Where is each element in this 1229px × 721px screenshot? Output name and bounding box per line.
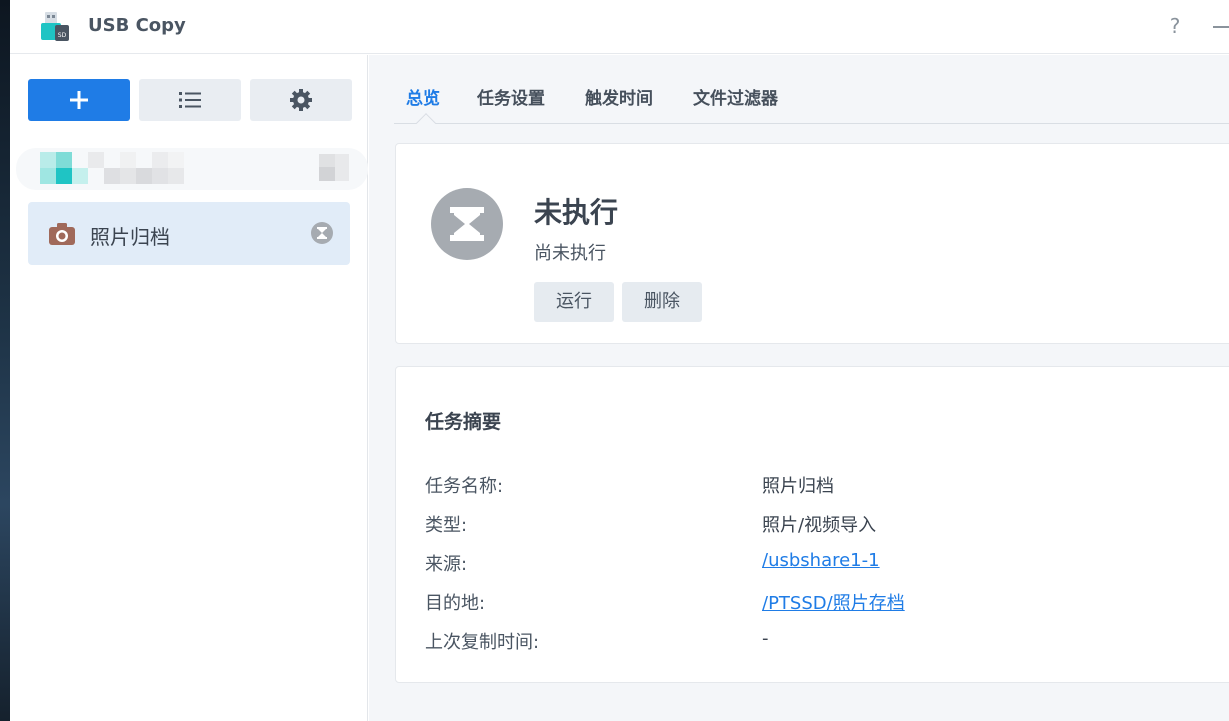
- summary-source-link[interactable]: /usbshare1-1: [762, 550, 880, 571]
- status-icon-circle: [431, 188, 503, 260]
- svg-text:SD: SD: [58, 32, 67, 39]
- tab-bar: 总览 任务设置 触发时间 文件过滤器: [369, 55, 1229, 133]
- gear-icon: [290, 89, 312, 111]
- sidebar-task-photo-archive[interactable]: 照片归档: [28, 202, 350, 265]
- status-card: 未执行 尚未执行 运行 删除: [395, 143, 1229, 344]
- add-task-button[interactable]: [28, 79, 130, 121]
- summary-label-destination: 目的地:: [425, 593, 486, 614]
- tab-overview[interactable]: 总览: [406, 84, 440, 109]
- camera-icon: [49, 223, 75, 245]
- settings-button[interactable]: [250, 79, 352, 121]
- summary-label-last-copy-time: 上次复制时间:: [425, 632, 540, 653]
- delete-button[interactable]: 删除: [622, 282, 702, 322]
- summary-card: 任务摘要 任务名称: 照片归档 类型: 照片/视频导入 来源: /usbshar…: [395, 366, 1229, 683]
- list-icon: [179, 92, 201, 108]
- minimize-button[interactable]: [1213, 26, 1229, 28]
- main-content: 总览 任务设置 触发时间 文件过滤器 未执行 尚未执行 运行 删除 任务摘要 任…: [369, 55, 1229, 721]
- app-title: USB Copy: [88, 15, 186, 36]
- hourglass-icon: [311, 222, 333, 244]
- active-tab-indicator: [416, 113, 436, 133]
- tab-task-settings[interactable]: 任务设置: [477, 84, 545, 109]
- hourglass-icon: [450, 207, 484, 241]
- task-list-button[interactable]: [139, 79, 241, 121]
- sidebar: 照片归档: [10, 55, 368, 721]
- app-window: SD USB Copy ? 照片归档 总览 任务设置 触发时间 文件过滤器 未执…: [10, 0, 1229, 721]
- plus-icon: [70, 91, 88, 109]
- tab-file-filter[interactable]: 文件过滤器: [693, 84, 778, 109]
- run-button[interactable]: 运行: [534, 282, 614, 322]
- title-bar: SD USB Copy ?: [10, 0, 1229, 54]
- help-button[interactable]: ?: [1164, 12, 1186, 40]
- status-subtitle: 尚未执行: [534, 243, 606, 264]
- summary-value-task-name: 照片归档: [762, 476, 834, 497]
- summary-title: 任务摘要: [425, 411, 502, 433]
- summary-label-type: 类型:: [425, 515, 468, 536]
- usb-copy-app-icon: SD: [41, 12, 69, 41]
- tab-trigger-time[interactable]: 触发时间: [585, 84, 653, 109]
- sidebar-task-label: 照片归档: [90, 225, 170, 249]
- summary-value-last-copy-time: -: [762, 628, 769, 649]
- summary-label-source: 来源:: [425, 554, 468, 575]
- summary-value-type: 照片/视频导入: [762, 515, 877, 536]
- desktop-background: [0, 0, 10, 721]
- status-title: 未执行: [534, 196, 619, 229]
- redacted-task-item[interactable]: [16, 142, 368, 194]
- tab-divider: [394, 123, 1229, 124]
- summary-destination-link[interactable]: /PTSSD/照片存档: [762, 589, 905, 615]
- summary-label-task-name: 任务名称:: [425, 476, 504, 497]
